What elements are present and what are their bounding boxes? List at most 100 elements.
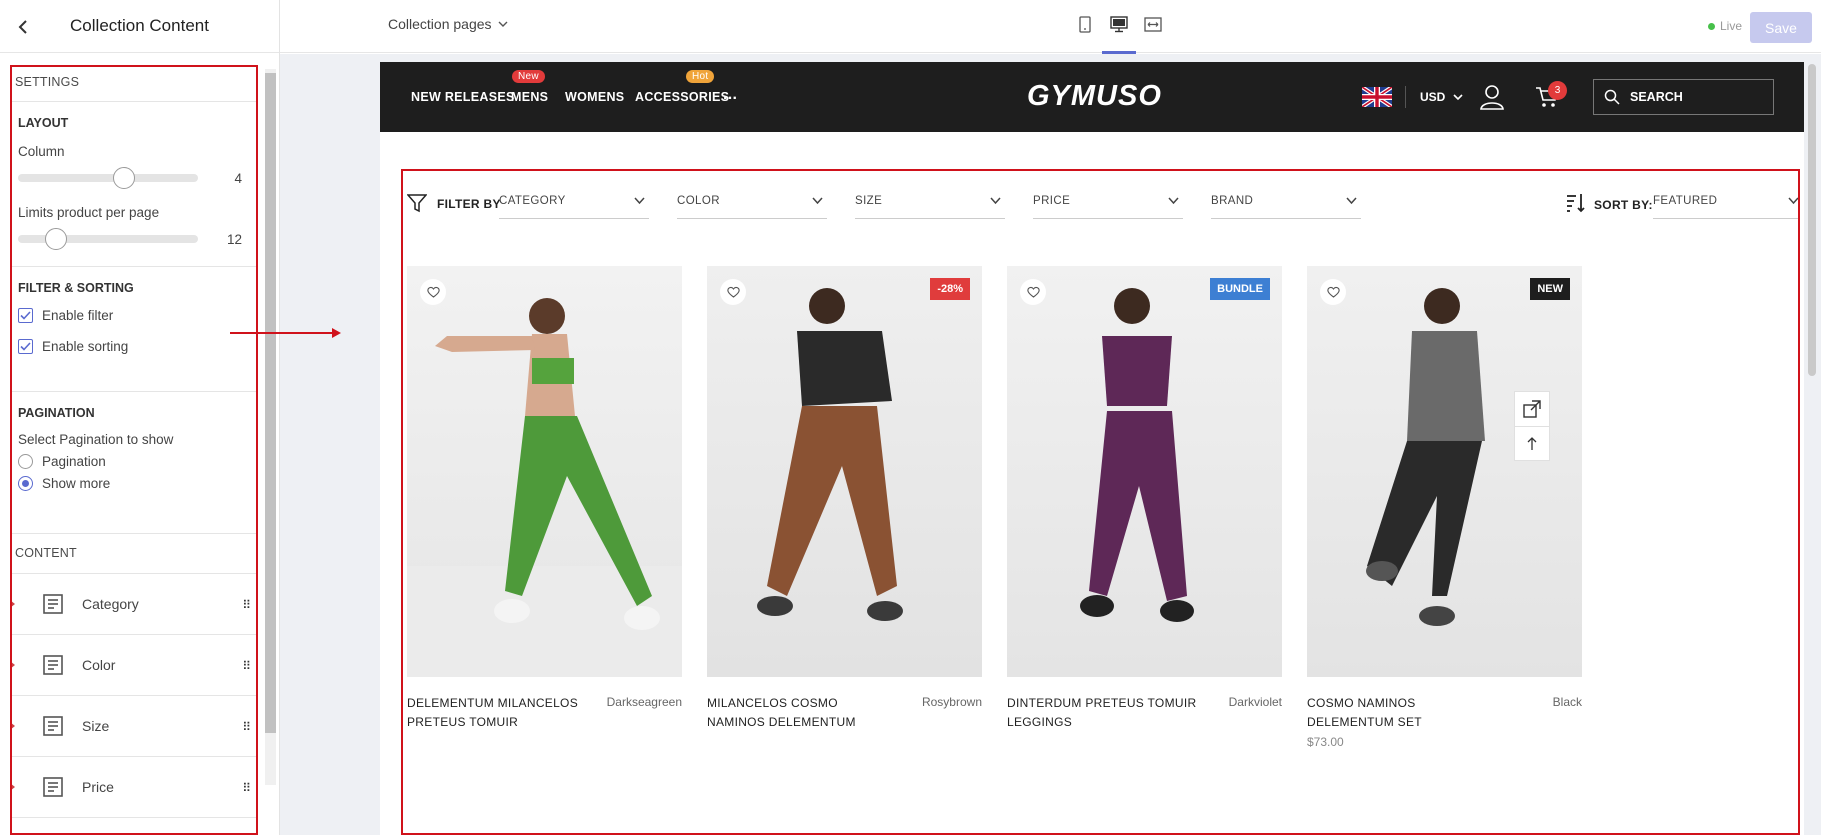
product-name[interactable]: DINTERDUM PRETEUS TOMUIR LEGGINGS (1007, 694, 1197, 732)
filter-price-label: PRICE (1033, 195, 1071, 207)
sort-value: FEATURED (1653, 195, 1718, 207)
product-name[interactable]: COSMO NAMINOS DELEMENTUM SET (1307, 694, 1497, 732)
product-name[interactable]: DELEMENTUM MILANCELOS PRETEUS TOMUIR (407, 694, 597, 732)
wishlist-heart-icon[interactable] (420, 279, 446, 305)
editor-panel: Collection Content SETTINGS LAYOUT Colum… (0, 0, 280, 835)
caret-right-icon (12, 661, 15, 669)
user-icon[interactable] (1480, 84, 1504, 110)
settings-header: SETTINGS (12, 67, 256, 102)
product-photo (1080, 288, 1194, 622)
drag-handle-icon[interactable]: ⠿ (242, 598, 251, 612)
drag-handle-icon[interactable]: ⠿ (242, 659, 251, 673)
expand-tool-button[interactable] (1515, 392, 1549, 426)
chevron-down-icon (812, 197, 823, 205)
panel-scrollbar[interactable] (265, 69, 276, 785)
live-status: Live (1708, 19, 1742, 33)
back-button[interactable] (12, 16, 34, 38)
nav-accessories[interactable]: ACCESSORIES Hot (635, 70, 729, 104)
search-label: SEARCH (1630, 90, 1683, 104)
product-image[interactable]: -28% (707, 266, 982, 677)
filter-size-select[interactable]: SIZE (855, 195, 1005, 219)
filter-category-select[interactable]: CATEGORY (499, 195, 649, 219)
preview-scrollbar[interactable] (1808, 64, 1816, 376)
product-card[interactable]: -28% MILANCELOS COSMO NAMINOS DELEMENTUM… (707, 266, 982, 732)
nav-more[interactable]: ... (723, 86, 737, 104)
column-slider-handle[interactable] (113, 167, 135, 189)
collection-pages-select[interactable]: Collection pages (388, 16, 508, 32)
product-image[interactable]: NEW (1307, 266, 1582, 677)
wishlist-heart-icon[interactable] (1320, 279, 1346, 305)
cart-count-badge: 3 (1548, 81, 1567, 100)
product-photo (407, 298, 682, 677)
bundle-badge: BUNDLE (1210, 278, 1270, 300)
wishlist-heart-icon[interactable] (720, 279, 746, 305)
sort-select[interactable]: FEATURED (1653, 195, 1798, 219)
caret-right-icon (12, 600, 15, 608)
nav-divider (1405, 86, 1406, 108)
sort-icon[interactable] (1566, 193, 1586, 213)
content-item-label: Size (82, 718, 110, 734)
nav-womens[interactable]: WOMENS (565, 90, 624, 104)
panel-body: SETTINGS LAYOUT Column 4 Limits product … (0, 53, 280, 835)
pagination-label: Select Pagination to show (18, 432, 174, 447)
wishlist-heart-icon[interactable] (1020, 279, 1046, 305)
checkbox-checked-icon (18, 308, 33, 323)
product-image[interactable]: BUNDLE (1007, 266, 1282, 677)
filter-price-select[interactable]: PRICE (1033, 195, 1183, 219)
content-item-price[interactable]: Price ⠿ (12, 757, 256, 818)
radio-show-more[interactable]: Show more (18, 476, 250, 491)
content-item-size[interactable]: Size ⠿ (12, 696, 256, 757)
enable-filter-checkbox[interactable]: Enable filter (18, 308, 250, 323)
expand-icon (1523, 400, 1541, 418)
radio-pagination[interactable]: Pagination (18, 454, 250, 469)
content-item-category[interactable]: Category ⠿ (12, 574, 256, 635)
live-dot-icon (1708, 22, 1715, 30)
layout-title: LAYOUT (18, 116, 69, 130)
drag-handle-icon[interactable]: ⠿ (242, 781, 251, 795)
caret-right-icon (12, 722, 15, 730)
save-button[interactable]: Save (1750, 12, 1812, 43)
device-desktop-button[interactable] (1102, 12, 1136, 54)
product-name[interactable]: MILANCELOS COSMO NAMINOS DELEMENTUM (707, 694, 897, 732)
annotation-arrow-line (230, 332, 336, 334)
enable-sorting-checkbox[interactable]: Enable sorting (18, 339, 250, 354)
annotation-arrow-head-icon (332, 328, 341, 338)
product-image[interactable] (407, 266, 682, 677)
preview-tools (1514, 391, 1550, 461)
device-fullwidth-button[interactable] (1142, 12, 1164, 42)
filter-by-button[interactable]: FILTER BY (407, 194, 501, 213)
nav-new-releases[interactable]: NEW RELEASES (411, 90, 515, 104)
scroll-top-button[interactable] (1515, 426, 1549, 460)
product-color: Darkviolet (1228, 695, 1282, 709)
filter-brand-select[interactable]: BRAND (1211, 195, 1361, 219)
column-slider[interactable] (18, 167, 198, 189)
live-label: Live (1720, 19, 1743, 33)
filter-color-select[interactable]: COLOR (677, 195, 827, 219)
pages-select-label: Collection pages (388, 16, 492, 32)
currency-label: USD (1420, 90, 1446, 104)
limit-slider-handle[interactable] (45, 228, 67, 250)
caret-right-icon (12, 783, 15, 791)
collection-content-section[interactable]: FILTER BY CATEGORY COLOR SIZE PRICE BRAN… (401, 169, 1800, 835)
uk-flag-icon[interactable] (1362, 87, 1392, 107)
panel-scrollbar-thumb[interactable] (265, 73, 276, 733)
drag-handle-icon[interactable]: ⠿ (242, 720, 251, 734)
limit-value: 12 (226, 231, 242, 247)
limit-slider[interactable] (18, 228, 198, 250)
nav-mens[interactable]: MENS New (511, 70, 548, 104)
product-color: Darkseagreen (606, 695, 682, 709)
device-tablet-button[interactable] (1074, 12, 1096, 42)
product-card[interactable]: NEW COSMO NAMINOS DELEMENTUM SET Black $… (1307, 266, 1582, 749)
store-search-box[interactable]: SEARCH (1593, 79, 1774, 115)
product-card[interactable]: DELEMENTUM MILANCELOS PRETEUS TOMUIR Dar… (407, 266, 682, 732)
radio-icon (18, 454, 33, 469)
store-logo[interactable]: GYMUSO (1027, 80, 1162, 113)
content-item-label: Price (82, 779, 114, 795)
radio-selected-icon (18, 476, 33, 491)
currency-select[interactable]: USD (1420, 90, 1463, 104)
product-card[interactable]: BUNDLE DINTERDUM PRETEUS TOMUIR LEGGINGS… (1007, 266, 1282, 732)
content-item-color[interactable]: Color ⠿ (12, 635, 256, 696)
enable-sorting-label: Enable sorting (42, 339, 129, 354)
limit-label: Limits product per page (18, 205, 160, 220)
hot-badge: Hot (686, 70, 715, 83)
